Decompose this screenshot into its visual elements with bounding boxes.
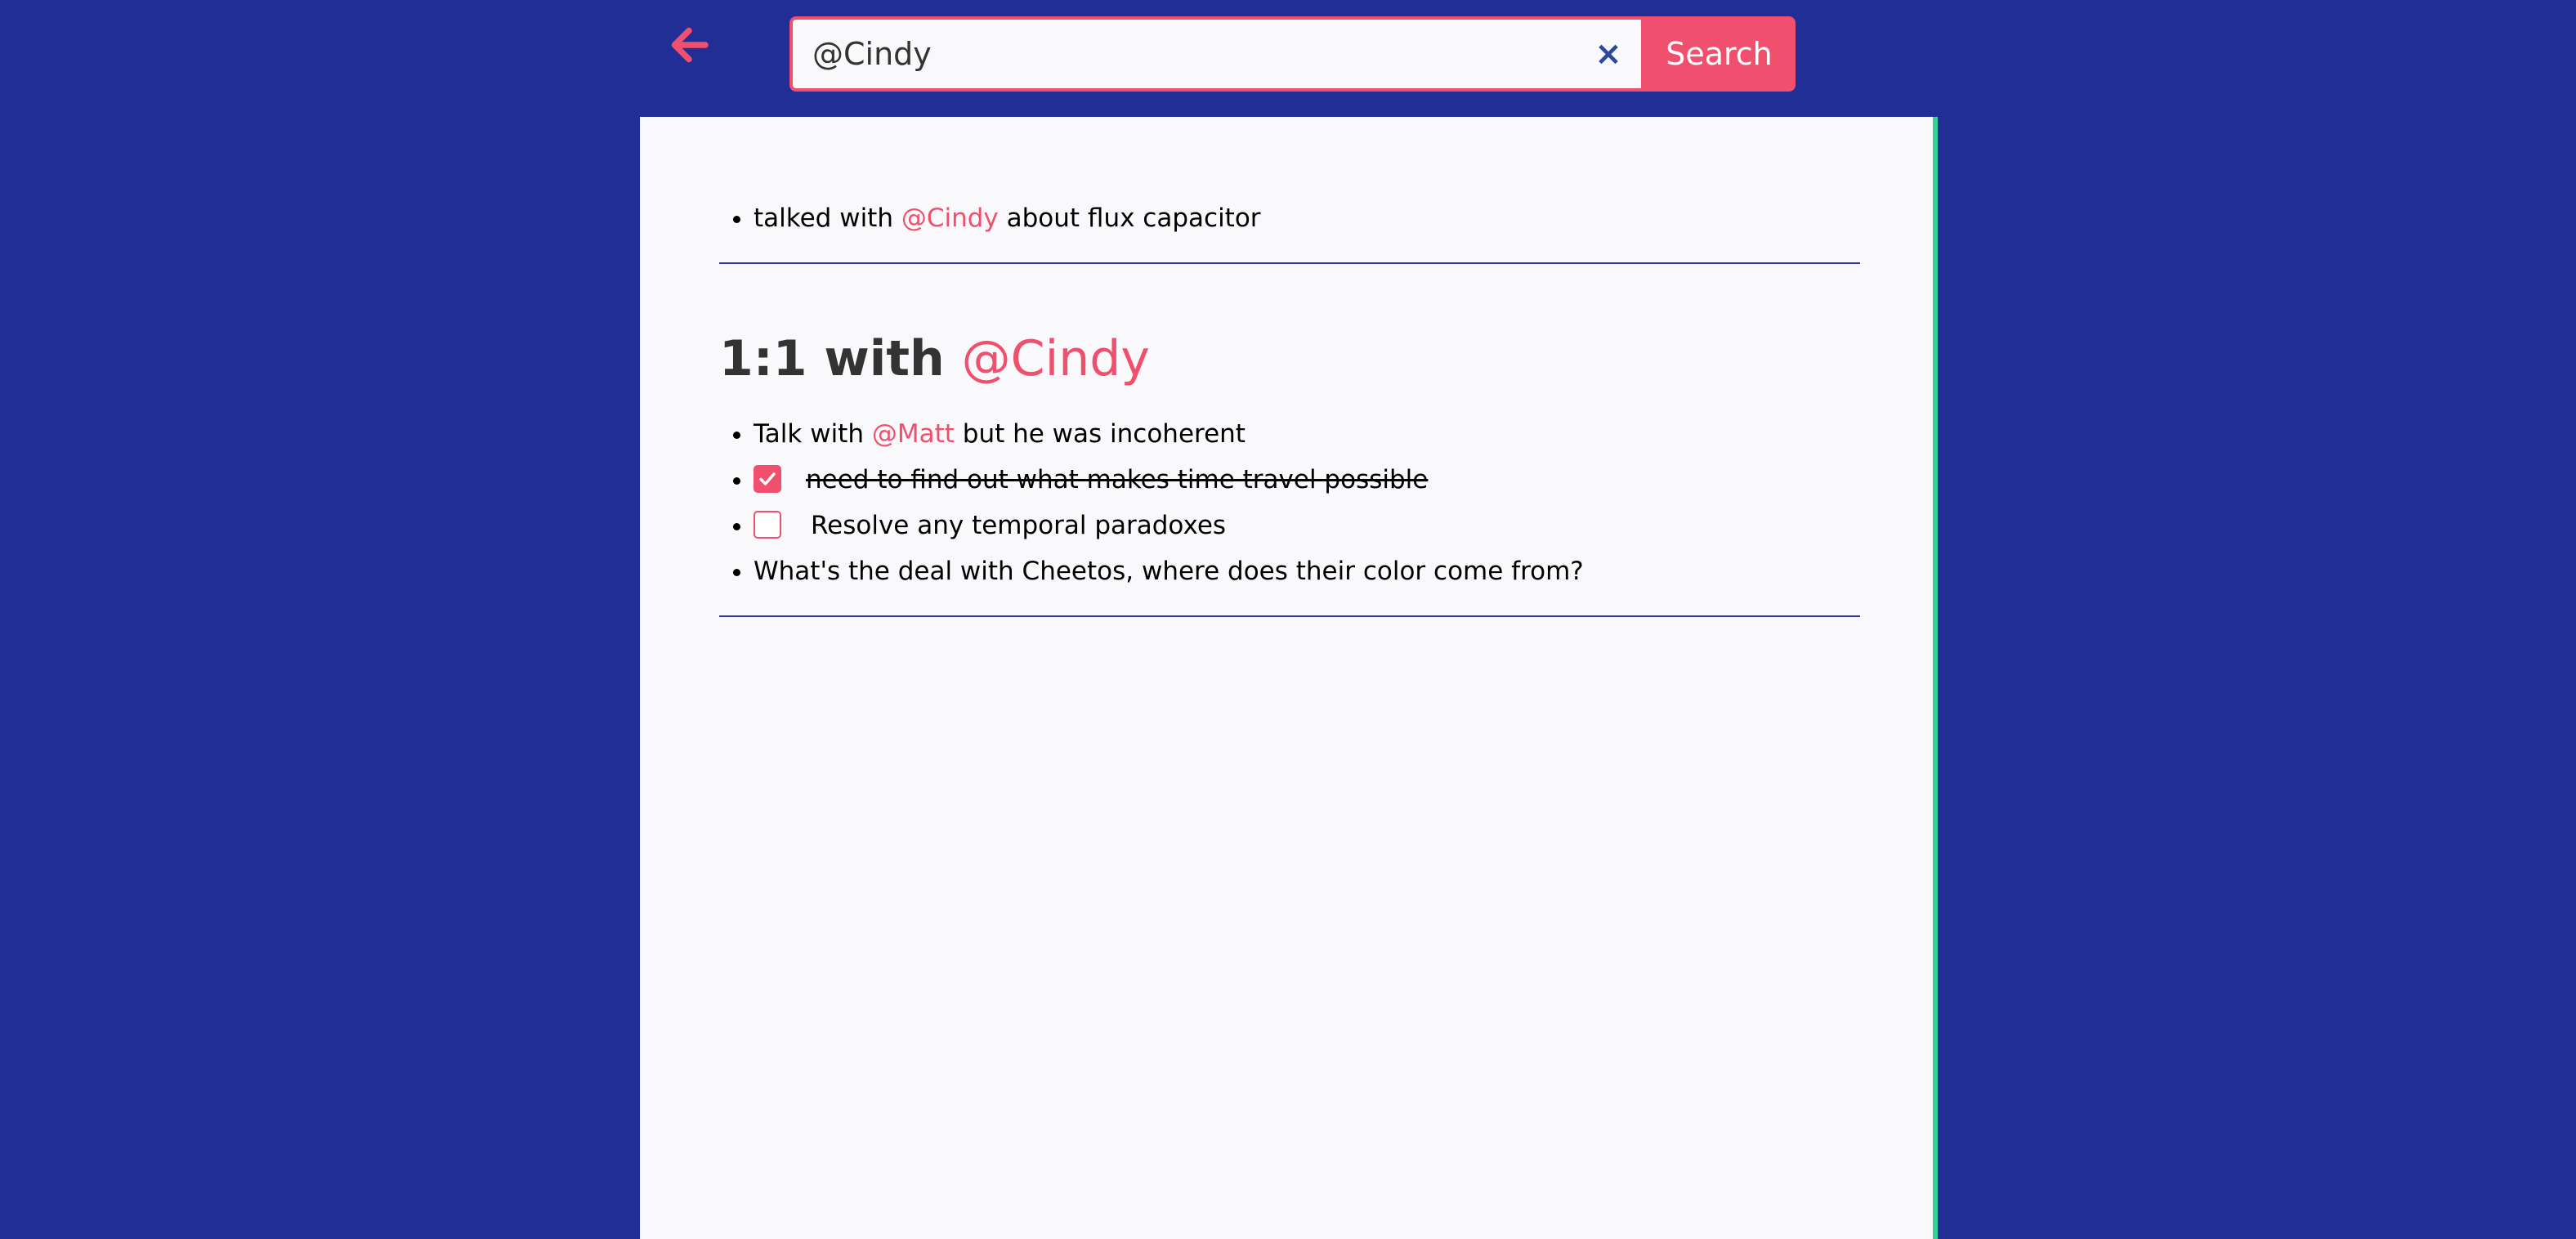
task-item: Resolve any temporal paradoxes <box>754 503 1860 548</box>
task-text: Resolve any temporal paradoxes <box>811 511 1227 540</box>
result-divider <box>719 615 1860 617</box>
result-divider <box>719 262 1860 264</box>
task-item: need to find out what makes time travel … <box>754 457 1860 503</box>
task-checkbox-unchecked[interactable] <box>754 510 781 539</box>
heading-text: 1:1 with <box>719 330 962 387</box>
arrow-left-icon <box>671 27 709 63</box>
list-item: talked with @Cindy about flux capacitor <box>754 195 1860 241</box>
search-input[interactable] <box>793 20 1576 88</box>
task-text: need to find out what makes time travel … <box>806 465 1429 494</box>
item-text: talked with <box>754 204 901 233</box>
check-icon <box>759 472 776 485</box>
search-button[interactable]: Search <box>1643 16 1796 92</box>
mention-link[interactable]: @Cindy <box>962 330 1150 387</box>
list-item: Talk with @Matt but he was incoherent <box>754 411 1860 457</box>
item-text: What's the deal with Cheetos, where does… <box>754 557 1584 586</box>
search-result: 1:1 with @Cindy Talk with @Matt but he w… <box>719 318 1860 617</box>
search-result: talked with @Cindy about flux capacitor <box>719 195 1860 264</box>
search-box: × <box>789 16 1644 92</box>
result-list: Talk with @Matt but he was incoherent ne… <box>719 411 1860 594</box>
item-text: but he was incoherent <box>954 419 1246 449</box>
back-button[interactable] <box>660 16 718 74</box>
task-checkbox-checked[interactable] <box>754 464 781 493</box>
item-text: about flux capacitor <box>998 204 1261 233</box>
list-item: What's the deal with Cheetos, where does… <box>754 548 1860 594</box>
mention-link[interactable]: @Matt <box>872 419 955 449</box>
results-panel: talked with @Cindy about flux capacitor … <box>640 117 1938 1239</box>
result-list: talked with @Cindy about flux capacitor <box>719 195 1860 241</box>
clear-search-button[interactable]: × <box>1576 20 1641 88</box>
note-heading: 1:1 with @Cindy <box>719 318 1860 400</box>
item-text: Talk with <box>754 419 872 449</box>
mention-link[interactable]: @Cindy <box>901 204 999 233</box>
